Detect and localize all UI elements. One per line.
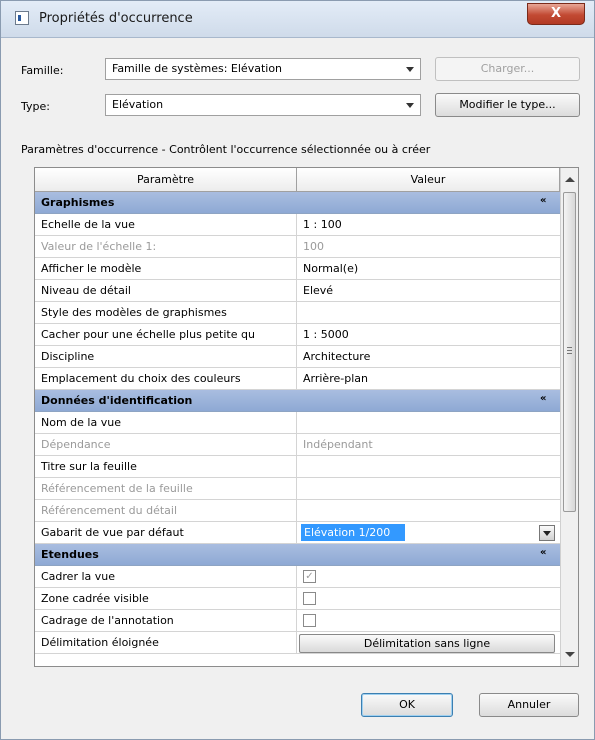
param-name: Echelle de la vue	[35, 214, 297, 235]
chevron-down-icon	[406, 103, 414, 108]
table-row[interactable]: Nom de la vue	[35, 412, 560, 434]
table-row[interactable]: Discipline Architecture	[35, 346, 560, 368]
column-header-parameter[interactable]: Paramètre	[35, 168, 297, 192]
param-name: Discipline	[35, 346, 297, 367]
param-value[interactable]: 1 : 100	[297, 214, 560, 235]
famille-combo[interactable]: Famille de systèmes: Elévation	[105, 58, 421, 80]
section-title: Etendues	[41, 548, 99, 561]
param-name: Cadrage de l'annotation	[35, 610, 297, 631]
far-clipping-button[interactable]: Délimitation sans ligne	[299, 634, 555, 653]
grip-icon	[567, 347, 572, 348]
param-name: Emplacement du choix des couleurs	[35, 368, 297, 389]
scroll-down-icon[interactable]	[565, 652, 575, 657]
section-title: Données d'identification	[41, 394, 193, 407]
modifier-type-button[interactable]: Modifier le type...	[435, 93, 580, 117]
annotation-crop-checkbox[interactable]	[303, 614, 316, 627]
table-row[interactable]: Gabarit de vue par défaut Elévation 1/20…	[35, 522, 560, 544]
collapse-icon[interactable]: «	[540, 195, 546, 206]
collapse-icon[interactable]: «	[540, 547, 546, 558]
section-title: Graphismes	[41, 196, 115, 209]
close-button[interactable]: X	[527, 3, 585, 25]
table-row[interactable]: Niveau de détail Elevé	[35, 280, 560, 302]
param-value	[297, 500, 560, 521]
parameters-description: Paramètres d'occurrence - Contrôlent l'o…	[21, 143, 431, 156]
param-value[interactable]: Elevé	[297, 280, 560, 301]
famille-value: Famille de systèmes: Elévation	[112, 62, 283, 75]
charger-button[interactable]: Charger...	[435, 57, 580, 81]
app-icon	[15, 11, 29, 25]
scroll-up-icon[interactable]	[565, 177, 575, 182]
cancel-button[interactable]: Annuler	[479, 693, 579, 717]
vertical-scrollbar[interactable]	[560, 168, 578, 666]
crop-view-checkbox[interactable]: ✓	[303, 570, 316, 583]
chevron-down-icon	[406, 67, 414, 72]
title-bar[interactable]: Propriétés d'occurrence X	[1, 1, 594, 38]
param-name: Nom de la vue	[35, 412, 297, 433]
type-combo[interactable]: Elévation	[105, 94, 421, 116]
table-row[interactable]: Titre sur la feuille	[35, 456, 560, 478]
table-row: Référencement de la feuille	[35, 478, 560, 500]
famille-label: Famille:	[21, 64, 64, 77]
type-value: Elévation	[112, 98, 164, 111]
table-row[interactable]: Cadrer la vue ✓	[35, 566, 560, 588]
param-name: Niveau de détail	[35, 280, 297, 301]
window-title: Propriétés d'occurrence	[39, 11, 193, 26]
param-name: Valeur de l'échelle 1:	[35, 236, 297, 257]
param-name: Cadrer la vue	[35, 566, 297, 587]
param-value[interactable]	[297, 412, 560, 433]
table-row[interactable]: Zone cadrée visible	[35, 588, 560, 610]
param-name: Délimitation éloignée	[35, 632, 297, 653]
table-row[interactable]: Cadrage de l'annotation	[35, 610, 560, 632]
param-value[interactable]: Architecture	[297, 346, 560, 367]
param-name: Gabarit de vue par défaut	[35, 522, 297, 543]
properties-dialog: Propriétés d'occurrence X Famille: Famil…	[0, 0, 595, 740]
parameters-grid: Paramètre Valeur Graphismes « Echelle de…	[34, 167, 579, 667]
dropdown-arrow-icon[interactable]	[539, 525, 555, 541]
ok-button[interactable]: OK	[361, 693, 453, 717]
param-name: Afficher le modèle	[35, 258, 297, 279]
table-row[interactable]: Emplacement du choix des couleurs Arrière…	[35, 368, 560, 390]
view-template-select[interactable]: Elévation 1/200	[301, 524, 405, 541]
param-value[interactable]	[297, 456, 560, 477]
param-value: Indépendant	[303, 438, 373, 451]
collapse-icon[interactable]: «	[540, 393, 546, 404]
param-name: Dépendance	[35, 434, 297, 455]
table-row[interactable]: Cacher pour une échelle plus petite qu 1 …	[35, 324, 560, 346]
param-name: Style des modèles de graphismes	[35, 302, 297, 323]
param-name: Titre sur la feuille	[35, 456, 297, 477]
column-header-value[interactable]: Valeur	[297, 168, 560, 192]
scrollbar-thumb[interactable]	[563, 192, 576, 512]
section-etendues[interactable]: Etendues «	[35, 544, 560, 566]
param-value[interactable]: Normal(e)	[297, 258, 560, 279]
table-row[interactable]: Style des modèles de graphismes	[35, 302, 560, 324]
param-name: Référencement du détail	[35, 500, 297, 521]
param-value: 100	[303, 240, 324, 253]
param-value[interactable]	[297, 302, 560, 323]
param-name: Cacher pour une échelle plus petite qu	[35, 324, 297, 345]
param-value	[297, 478, 560, 499]
param-name: Zone cadrée visible	[35, 588, 297, 609]
table-row: Dépendance Indépendant	[35, 434, 560, 456]
table-row: Référencement du détail	[35, 500, 560, 522]
section-identification[interactable]: Données d'identification «	[35, 390, 560, 412]
table-row: Valeur de l'échelle 1: 100	[35, 236, 560, 258]
type-label: Type:	[21, 100, 50, 113]
param-value[interactable]: 1 : 5000	[297, 324, 560, 345]
section-graphismes[interactable]: Graphismes «	[35, 192, 560, 214]
table-row[interactable]: Afficher le modèle Normal(e)	[35, 258, 560, 280]
table-row[interactable]: Echelle de la vue 1 : 100	[35, 214, 560, 236]
crop-region-visible-checkbox[interactable]	[303, 592, 316, 605]
table-row[interactable]: Délimitation éloignée Délimitation sans l…	[35, 632, 560, 654]
param-name: Référencement de la feuille	[35, 478, 297, 499]
param-value[interactable]: Arrière-plan	[297, 368, 560, 389]
